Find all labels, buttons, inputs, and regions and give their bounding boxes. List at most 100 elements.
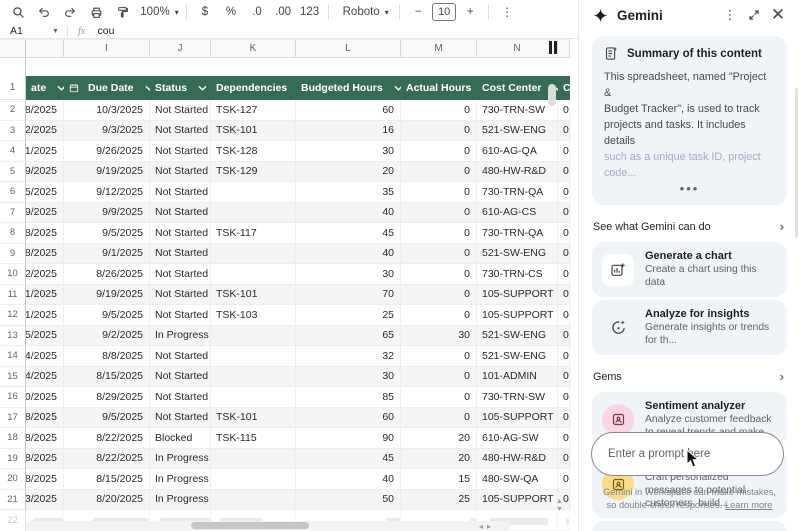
decrease-decimal-button[interactable]: .0 — [245, 1, 269, 23]
row-number[interactable]: 4 — [0, 141, 26, 162]
horizontal-scroll-arrows[interactable]: ◂▸ — [479, 522, 495, 531]
cell[interactable]: 730-TRN-CS — [477, 264, 558, 285]
cell[interactable]: 9/19/2025 — [64, 162, 150, 183]
see-what-gemini-row[interactable]: See what Gemini can do › — [593, 219, 784, 234]
cell[interactable]: 2/2025 — [26, 121, 64, 142]
cell[interactable]: 40 — [296, 244, 401, 265]
cell[interactable]: 0 — [558, 162, 570, 183]
column-letter[interactable] — [26, 40, 64, 57]
search-icon[interactable] — [6, 1, 30, 23]
row-number[interactable]: 9 — [0, 244, 26, 265]
cell[interactable]: 85 — [296, 387, 401, 408]
row-number[interactable]: 13 — [0, 326, 26, 347]
cell[interactable]: 9/5/2025 — [64, 408, 150, 429]
cell[interactable]: 730-TRN-SW — [477, 100, 558, 121]
cell[interactable]: 610-AG-CS — [477, 203, 558, 224]
column-letter[interactable] — [558, 40, 570, 57]
cell[interactable]: TSK-115 — [211, 428, 296, 449]
cell[interactable]: 105-SUPPORT — [477, 490, 558, 511]
cell[interactable]: TSK-117 — [211, 223, 296, 244]
cell[interactable]: 90 — [296, 428, 401, 449]
panel-more-button[interactable]: ⋮ — [718, 7, 742, 23]
grid-corner[interactable] — [0, 40, 26, 57]
horizontal-scrollbar-thumb[interactable] — [191, 522, 309, 529]
column-letter-J[interactable]: J — [150, 40, 211, 57]
column-letter-L[interactable]: L — [296, 40, 401, 57]
filter-chevron-icon[interactable] — [198, 85, 207, 91]
filter-chevron-icon[interactable] — [394, 85, 401, 91]
close-panel-icon[interactable]: ✕ — [766, 5, 790, 25]
print-icon[interactable] — [84, 1, 108, 23]
cell[interactable]: Blocked — [150, 428, 211, 449]
cell[interactable]: 16 — [296, 121, 401, 142]
filter-chevron-icon[interactable] — [57, 85, 64, 91]
cell[interactable]: 70 — [296, 285, 401, 306]
cell[interactable]: 0 — [558, 449, 570, 470]
cell[interactable]: 0 — [558, 182, 570, 203]
row-number[interactable]: 2 — [0, 100, 26, 121]
cell[interactable]: 0 — [401, 121, 477, 142]
cell[interactable]: 8/29/2025 — [64, 387, 150, 408]
cell[interactable]: 0 — [401, 285, 477, 306]
column-letter-M[interactable]: M — [401, 40, 477, 57]
cell[interactable] — [211, 203, 296, 224]
decrease-font-size-button[interactable]: − — [406, 1, 430, 23]
column-letter-N[interactable]: N — [477, 40, 558, 57]
cell[interactable]: Not Started — [150, 141, 211, 162]
cell[interactable]: 8/2025 — [26, 223, 64, 244]
cell[interactable]: 30 — [296, 141, 401, 162]
increase-font-size-button[interactable]: + — [458, 1, 482, 23]
vertical-scroll-arrows[interactable]: ▲▼ — [556, 498, 563, 514]
cell[interactable]: 0 — [401, 223, 477, 244]
cell[interactable]: 0 — [558, 141, 570, 162]
header-cell-c[interactable]: C — [558, 76, 570, 100]
cell[interactable]: Not Started — [150, 100, 211, 121]
paint-format-icon[interactable] — [110, 1, 134, 23]
cell[interactable]: Not Started — [150, 162, 211, 183]
header-cell-due-date[interactable]: Due Date — [64, 76, 150, 100]
cell[interactable]: 0 — [558, 387, 570, 408]
cell[interactable]: 0 — [558, 285, 570, 306]
cell[interactable]: 730-TRN-QA — [477, 223, 558, 244]
learn-more-link[interactable]: Learn more — [725, 500, 773, 510]
cell[interactable] — [211, 367, 296, 388]
cell[interactable]: 0 — [558, 469, 570, 490]
cell[interactable]: 0/2025 — [26, 387, 64, 408]
row-number[interactable]: 18 — [0, 428, 26, 449]
row-number[interactable]: 19 — [0, 449, 26, 470]
header-cell-ate[interactable]: ate — [26, 76, 64, 100]
cell[interactable]: 0 — [558, 428, 570, 449]
cell[interactable]: 0 — [401, 141, 477, 162]
prompt-input[interactable]: Enter a prompt here — [591, 432, 784, 476]
cell[interactable]: 32 — [296, 346, 401, 367]
row-number[interactable]: 21 — [0, 490, 26, 511]
cell[interactable]: 9/2025 — [26, 203, 64, 224]
cell[interactable]: 1/2025 — [26, 305, 64, 326]
cell[interactable]: 9/2025 — [26, 162, 64, 183]
cell[interactable]: 60 — [296, 408, 401, 429]
expand-panel-icon[interactable] — [742, 9, 766, 21]
next-gem-card-partial[interactable] — [592, 521, 787, 531]
cell[interactable]: 2/2025 — [26, 264, 64, 285]
cell[interactable]: TSK-128 — [211, 141, 296, 162]
cell[interactable]: Not Started — [150, 346, 211, 367]
undo-icon[interactable] — [32, 1, 56, 23]
header-cell-dependencies[interactable]: Dependencies — [211, 76, 296, 100]
header-cell-budgeted-hours[interactable]: Budgeted Hours — [296, 76, 401, 100]
cell[interactable]: 45 — [296, 223, 401, 244]
cell[interactable]: 0 — [401, 387, 477, 408]
cell[interactable]: 0 — [558, 203, 570, 224]
cell[interactable]: 5/2025 — [26, 182, 64, 203]
cell[interactable]: 0 — [401, 162, 477, 183]
analyze-insights-card[interactable]: Analyze for insights Generate insights o… — [592, 300, 787, 355]
cell[interactable]: 9/5/2025 — [64, 305, 150, 326]
cell[interactable]: 8/20/2025 — [64, 490, 150, 511]
cell[interactable]: 10/3/2025 — [64, 100, 150, 121]
cell[interactable]: 730-TRN-QA — [477, 182, 558, 203]
cell[interactable]: Not Started — [150, 182, 211, 203]
cell[interactable]: 0 — [558, 244, 570, 265]
cell[interactable]: 20 — [296, 162, 401, 183]
filter-chevron-icon[interactable] — [145, 85, 150, 91]
cell[interactable]: 0 — [558, 100, 570, 121]
cell[interactable]: 8/15/2025 — [64, 367, 150, 388]
